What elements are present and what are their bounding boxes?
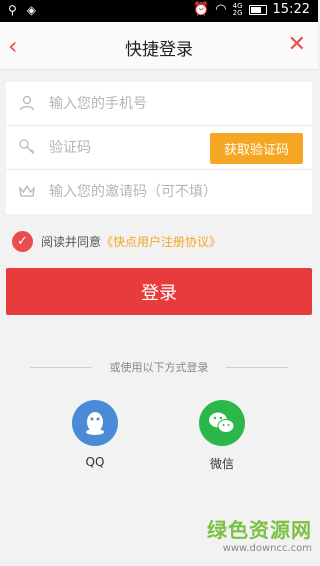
battery-icon (248, 4, 267, 15)
phone-row (6, 82, 312, 126)
watermark: 绿色资源网 www.downcc.com (180, 514, 312, 554)
status-bar: ⚲ ◈ ⏰ ◠ 4G 2G 15:22 (0, 0, 318, 22)
close-icon[interactable]: ✕ (288, 32, 306, 57)
wechat-icon[interactable] (199, 400, 245, 446)
invite-row (6, 170, 312, 214)
code-input[interactable] (49, 126, 189, 170)
agreement-link[interactable]: 《快点用户注册协议》 (101, 233, 221, 250)
status-time: 15:22 (272, 2, 310, 17)
qq-icon[interactable] (72, 400, 118, 446)
login-form: 获取验证码 (6, 82, 312, 214)
header: ‹ 快捷登录 ✕ (0, 22, 318, 70)
usb-icon: ⚲ (8, 3, 17, 17)
page-title: 快捷登录 (125, 40, 193, 60)
other-login-divider: 或使用以下方式登录 (30, 358, 288, 376)
agreement: ✓ 阅读并同意 《快点用户注册协议》 (12, 230, 221, 252)
invite-input[interactable] (49, 170, 294, 214)
alarm-icon: ⏰ (193, 2, 210, 17)
qq-label: QQ (85, 455, 105, 469)
user-icon (19, 95, 35, 111)
key-icon (19, 139, 35, 154)
crown-icon (19, 184, 35, 197)
divider-line-right (226, 367, 288, 368)
watermark-brand: 绿色资源网 (207, 518, 312, 542)
qq-login[interactable]: QQ (65, 400, 125, 469)
location-icon: ◈ (26, 3, 37, 17)
wifi-icon: ◠ (215, 2, 227, 17)
wechat-label: 微信 (209, 457, 234, 471)
phone-input[interactable] (49, 82, 249, 126)
wechat-login[interactable]: 微信 (192, 400, 252, 472)
watermark-url: www.downcc.com (222, 543, 312, 554)
agree-checkbox[interactable]: ✓ (12, 230, 33, 252)
get-code-button[interactable]: 获取验证码 (210, 133, 303, 164)
network-indicator: 4G 2G (232, 1, 243, 17)
login-button[interactable]: 登录 (6, 268, 312, 315)
agreement-text: 阅读并同意 (41, 234, 102, 249)
code-row: 获取验证码 (6, 126, 312, 170)
